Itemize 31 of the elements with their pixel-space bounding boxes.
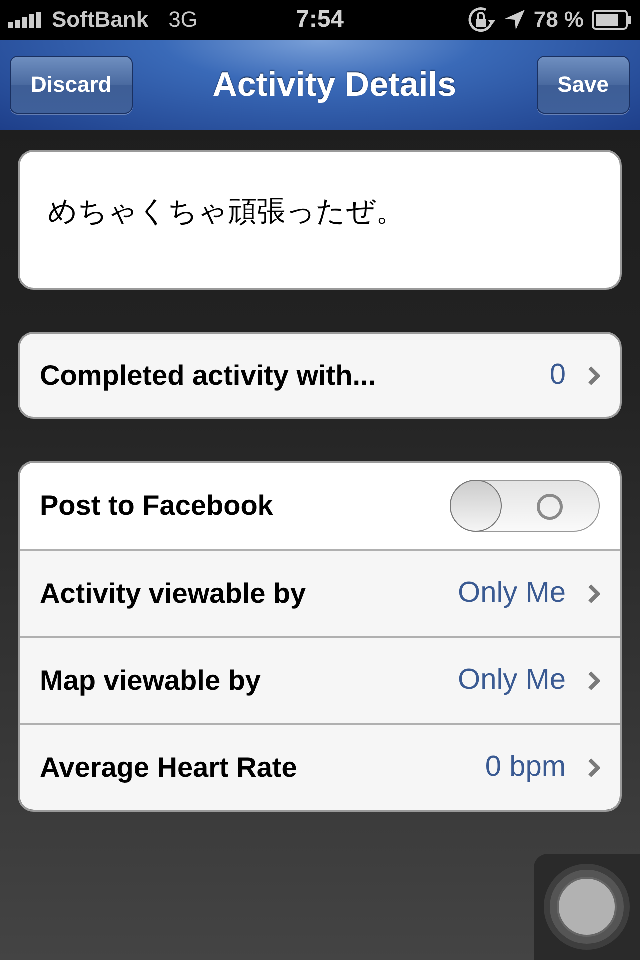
settings-row[interactable]: Activity viewable by Only Me xyxy=(20,549,620,636)
note-field[interactable]: めちゃくちゃ頑張ったぜ。 xyxy=(18,150,622,290)
row-value: Only Me xyxy=(458,664,566,697)
chevron-icon xyxy=(588,366,600,386)
row-label: Activity viewable by xyxy=(40,578,308,610)
network-type: 3G xyxy=(168,7,198,33)
row-value: 0 xyxy=(550,359,566,392)
carrier-name: SoftBank xyxy=(52,7,149,33)
status-time: 7:54 xyxy=(296,6,344,34)
row-label: Map viewable by xyxy=(40,664,262,696)
settings-row[interactable]: Map viewable by Only Me xyxy=(20,636,620,723)
battery-percent: 78 % xyxy=(534,7,584,33)
row-label: Post to Facebook xyxy=(40,490,274,522)
screen-title: Activity Details xyxy=(212,66,457,104)
chevron-icon xyxy=(588,670,600,690)
toggle-switch[interactable] xyxy=(450,480,600,532)
companions-row[interactable]: Completed activity with... 0 xyxy=(18,332,622,419)
settings-row[interactable]: Average Heart Rate 0 bpm xyxy=(20,723,620,810)
save-button[interactable]: Save xyxy=(536,56,630,114)
row-value: Only Me xyxy=(458,577,566,610)
battery-icon xyxy=(592,10,632,30)
row-value: 0 bpm xyxy=(485,751,566,784)
chevron-icon xyxy=(588,584,600,604)
discard-button[interactable]: Discard xyxy=(10,56,133,114)
assistive-touch-button[interactable] xyxy=(534,854,640,960)
chevron-icon xyxy=(588,758,600,778)
row-label: Average Heart Rate xyxy=(40,752,298,784)
note-text: めちゃくちゃ頑張ったぜ。 xyxy=(48,196,405,228)
location-arrow-icon xyxy=(504,9,526,31)
row-label: Completed activity with... xyxy=(40,360,378,392)
signal-icon xyxy=(8,12,44,28)
